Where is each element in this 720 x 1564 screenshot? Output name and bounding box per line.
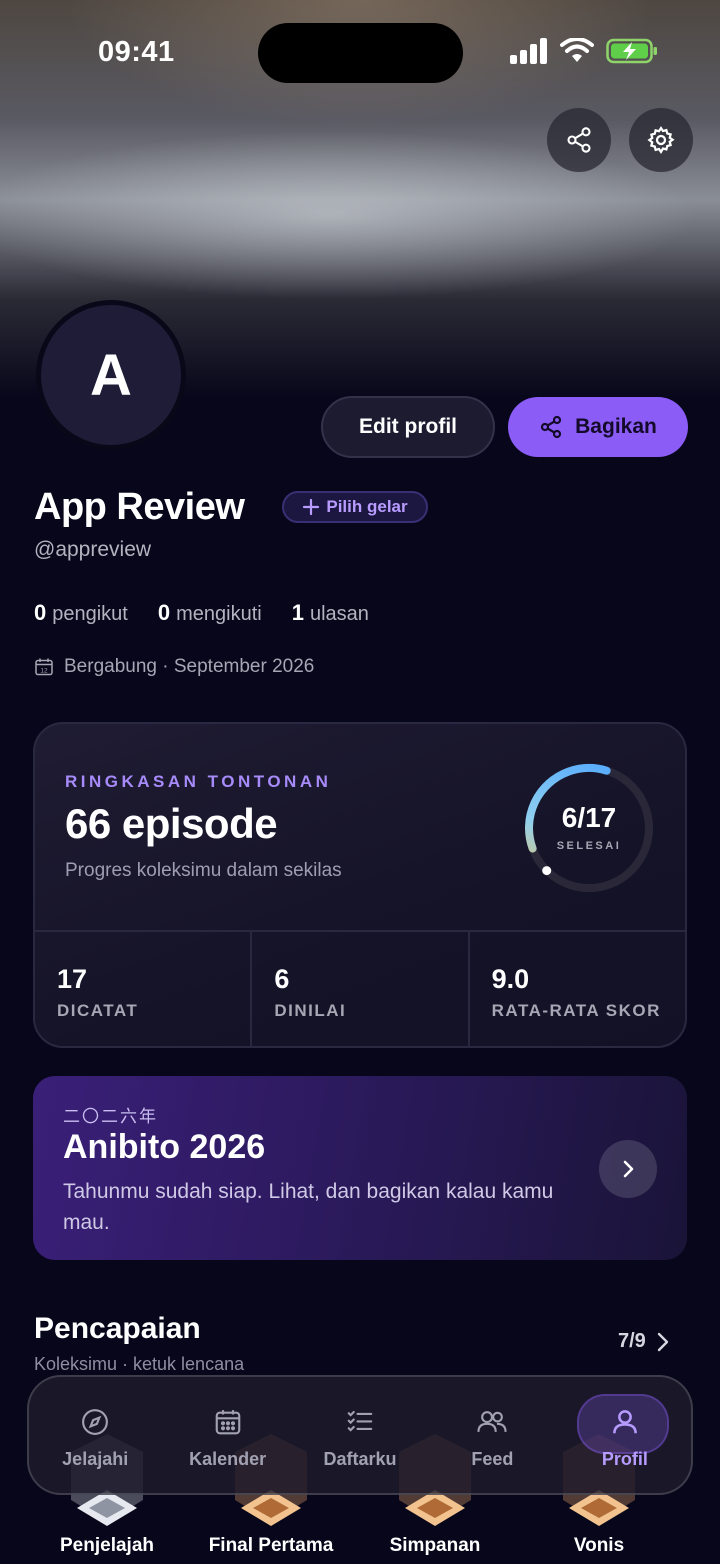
achievements-subtitle: Koleksimu · ketuk lencana	[34, 1354, 245, 1374]
share-icon	[567, 127, 591, 153]
profile-handle: @appreview	[34, 538, 152, 561]
badge-label: Vonis	[573, 1535, 625, 1556]
followers-stat[interactable]: 0 pengikut	[34, 600, 128, 626]
tab-jelajahi[interactable]: Jelajahi	[29, 1377, 161, 1493]
following-count: 0	[157, 600, 171, 625]
followers-count: 0	[34, 600, 47, 625]
year-wrapped-card[interactable]: 二〇二六年 Anibito 2026 Tahunmu sudah siap. L…	[33, 1076, 687, 1260]
svg-text:12: 12	[40, 668, 48, 675]
badge-label: Final Pertama	[208, 1535, 334, 1556]
tab-label: Feed	[471, 1449, 514, 1469]
summary-subtitle: Progres koleksimu dalam sekilas	[65, 860, 342, 881]
avatar-initial: A	[90, 342, 132, 408]
choose-title-chip[interactable]: Pilih gelar	[282, 491, 428, 523]
metric-value: 6	[274, 964, 290, 994]
ring-label: SELESAI	[556, 840, 622, 852]
metric-label: DICATAT	[57, 1001, 139, 1020]
user-icon	[608, 1405, 642, 1439]
tab-label: Kalender	[189, 1449, 267, 1469]
bottom-tab-bar: Jelajahi Kalender Daftarku Feed Profil	[27, 1375, 693, 1495]
wrapped-open-button[interactable]	[599, 1140, 657, 1198]
joined-label: Bergabung · September 2026	[64, 656, 315, 677]
wrapped-title: Anibito 2026	[63, 1128, 266, 1166]
calendar-icon: 12	[35, 658, 53, 676]
profile-stats: 0 pengikut 0 mengikuti 1 ulasan	[34, 600, 369, 626]
tab-profil[interactable]: Profil	[559, 1377, 691, 1493]
tab-label: Daftarku	[323, 1449, 397, 1469]
checklist-icon	[343, 1405, 377, 1439]
edit-profile-label: Edit profil	[359, 415, 457, 438]
wrapped-kicker: 二〇二六年	[63, 1107, 158, 1126]
achievements-count: 7/9	[618, 1330, 646, 1352]
status-bar: 09:41	[0, 0, 720, 100]
compass-icon	[78, 1405, 112, 1439]
summary-kicker: RINGKASAN TONTONAN	[65, 772, 332, 791]
chevron-right-icon	[623, 1160, 634, 1178]
following-stat[interactable]: 0 mengikuti	[158, 600, 262, 626]
tab-kalender[interactable]: Kalender	[161, 1377, 293, 1493]
tab-daftarku[interactable]: Daftarku	[294, 1377, 426, 1493]
metric-rated: 6 DINILAI	[252, 932, 470, 1046]
followers-label: pengikut	[52, 603, 128, 625]
ring-value: 6/17	[561, 802, 617, 833]
wrapped-description: Tahunmu sudah siap. Lihat, dan bagikan k…	[63, 1180, 554, 1234]
calendar-icon	[211, 1405, 245, 1439]
episode-count: 66 episode	[65, 800, 278, 847]
share-label: Bagikan	[575, 415, 657, 438]
achievements-see-all[interactable]: 7/9	[618, 1330, 672, 1353]
wifi-icon	[560, 38, 594, 62]
metric-logged: 17 DICATAT	[35, 932, 253, 1046]
watch-summary-card[interactable]: RINGKASAN TONTONAN 66 episode Progres ko…	[33, 722, 687, 1048]
metric-label: DINILAI	[274, 1001, 347, 1020]
settings-button[interactable]	[629, 108, 693, 172]
metric-label: RATA-RATA SKOR	[491, 1001, 661, 1020]
following-label: mengikuti	[176, 603, 262, 625]
tab-label: Profil	[601, 1449, 648, 1469]
chevron-right-icon	[657, 1332, 669, 1351]
dynamic-island	[258, 23, 463, 83]
avatar[interactable]: A	[36, 300, 186, 450]
summary-metrics: 17 DICATAT 6 DINILAI 9.0 RATA-RATA SKOR	[35, 930, 685, 1046]
joined-date: 12 Bergabung · September 2026	[34, 656, 314, 678]
share-profile-button[interactable]	[547, 108, 611, 172]
profile-name: App Review	[34, 486, 245, 528]
plus-icon	[303, 498, 320, 516]
share-icon	[541, 415, 562, 439]
signal-icon	[510, 38, 547, 64]
metric-value: 17	[57, 964, 88, 994]
tab-feed[interactable]: Feed	[426, 1377, 558, 1493]
achievements-title: Pencapaian	[34, 1312, 201, 1345]
badge-label: Penjelajah	[60, 1535, 154, 1556]
metric-avg-score: 9.0 RATA-RATA SKOR	[470, 932, 685, 1046]
battery-charging-icon	[606, 38, 657, 64]
badge-label: Simpanan	[389, 1535, 481, 1556]
people-icon	[475, 1405, 509, 1439]
reviews-count: 1	[291, 600, 304, 625]
status-time: 09:41	[98, 36, 175, 68]
gear-icon	[647, 126, 675, 154]
status-icons	[510, 38, 658, 64]
reviews-label: ulasan	[309, 603, 369, 625]
edit-profile-button[interactable]: Edit profil	[321, 396, 495, 458]
reviews-stat[interactable]: 1 ulasan	[292, 600, 369, 626]
metric-value: 9.0	[491, 964, 530, 994]
share-button[interactable]: Bagikan	[508, 397, 688, 457]
choose-title-label: Pilih gelar	[326, 497, 408, 516]
tab-label: Jelajahi	[62, 1449, 129, 1469]
